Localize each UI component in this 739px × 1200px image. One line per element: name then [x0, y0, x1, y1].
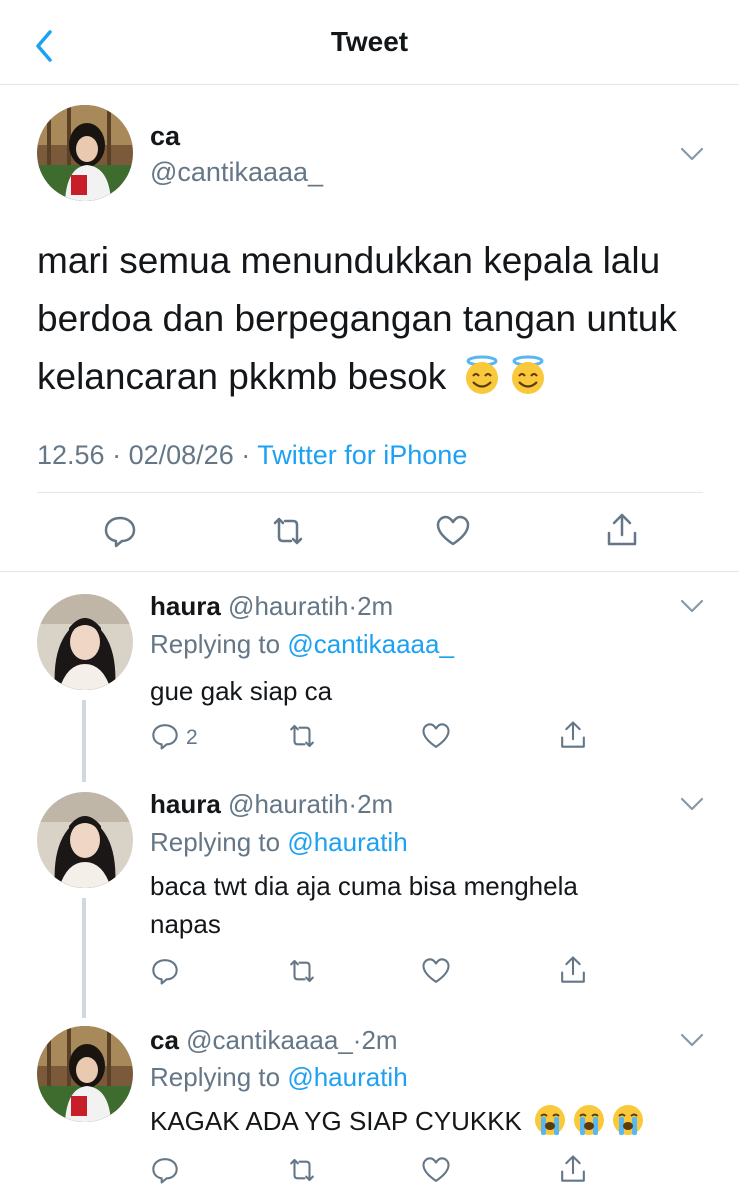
reply-icon[interactable] — [150, 1155, 180, 1185]
reply-author-handle[interactable]: @hauratih — [228, 591, 348, 621]
reply-time: 2m — [357, 789, 394, 819]
smiling-halo-emoji — [461, 354, 551, 412]
replying-to: Replying to @cantikaaaa_ — [150, 629, 454, 660]
reply-header: ca @cantikaaaa_·2m — [150, 1025, 398, 1056]
author-handle[interactable]: @cantikaaaa_ — [150, 157, 323, 188]
like-heart-icon[interactable] — [421, 956, 451, 986]
reply-text: gue gak siap ca — [150, 676, 333, 706]
replying-to-handle[interactable]: @hauratih — [287, 827, 407, 857]
reply-time: 2m — [357, 591, 394, 621]
divider — [0, 571, 739, 572]
loudly-crying-emoji — [533, 1102, 647, 1148]
reply-text: baca twt dia aja cuma bisa menghela napa… — [150, 871, 578, 939]
meta-separator: · — [241, 440, 251, 470]
tweet-options-chevron-icon[interactable] — [680, 147, 704, 161]
nav-bar: Tweet — [0, 0, 739, 85]
reply-dot: · — [348, 789, 358, 819]
reply-icon[interactable] — [102, 513, 138, 549]
avatar-haura[interactable] — [37, 792, 133, 888]
reply-dot: · — [348, 591, 358, 621]
meta-separator: · — [112, 440, 122, 470]
tweet-date: 02/08/26 — [128, 440, 234, 470]
avatar-ca[interactable] — [37, 1026, 133, 1122]
tweet-text: mari semua menundukkan kepala lalu berdo… — [37, 240, 677, 397]
replying-to-label: Replying to — [150, 1062, 281, 1092]
replying-to: Replying to @hauratih — [150, 1062, 408, 1093]
like-heart-icon[interactable] — [421, 721, 451, 751]
retweet-icon[interactable] — [286, 721, 318, 751]
reply-options-chevron-icon[interactable] — [680, 797, 704, 811]
replying-to-label: Replying to — [150, 827, 281, 857]
thread-connector — [82, 700, 86, 782]
reply-options-chevron-icon[interactable] — [680, 599, 704, 613]
replying-to-handle[interactable]: @cantikaaaa_ — [287, 629, 454, 659]
reply-icon[interactable] — [150, 956, 180, 986]
replying-to-handle[interactable]: @hauratih — [287, 1062, 407, 1092]
reply-icon[interactable] — [150, 721, 180, 751]
avatar-ca[interactable] — [37, 105, 133, 201]
share-icon[interactable] — [558, 719, 588, 751]
replying-to-label: Replying to — [150, 629, 281, 659]
retweet-icon[interactable] — [269, 513, 307, 549]
reply-time: 2m — [361, 1025, 398, 1055]
tweet-body: mari semua menundukkan kepala lalu berdo… — [37, 232, 707, 412]
tweet-meta: 12.56 · 02/08/26 · Twitter for iPhone — [37, 440, 467, 471]
reply-header: haura @hauratih·2m — [150, 591, 393, 622]
reply-body: KAGAK ADA YG SIAP CYUKKK — [150, 1102, 710, 1148]
reply-count: 2 — [186, 726, 198, 749]
share-icon[interactable] — [558, 954, 588, 986]
reply-text: KAGAK ADA YG SIAP CYUKKK — [150, 1106, 522, 1136]
author-name[interactable]: ca — [150, 121, 180, 152]
reply-author-name[interactable]: haura — [150, 591, 221, 621]
tweet-time: 12.56 — [37, 440, 105, 470]
tweet-source-link[interactable]: Twitter for iPhone — [257, 440, 467, 470]
reply-author-name[interactable]: haura — [150, 789, 221, 819]
divider — [37, 492, 703, 493]
retweet-icon[interactable] — [286, 956, 318, 986]
page-title: Tweet — [330, 26, 409, 57]
avatar-haura[interactable] — [37, 594, 133, 690]
reply-options-chevron-icon[interactable] — [680, 1033, 704, 1047]
retweet-icon[interactable] — [286, 1155, 318, 1185]
replying-to: Replying to @hauratih — [150, 827, 408, 858]
share-icon[interactable] — [604, 511, 640, 549]
reply-header: haura @hauratih·2m — [150, 789, 393, 820]
reply-author-handle[interactable]: @hauratih — [228, 789, 348, 819]
thread-connector — [82, 898, 86, 1018]
like-heart-icon[interactable] — [421, 1155, 451, 1185]
reply-author-handle[interactable]: @cantikaaaa_ — [186, 1025, 353, 1055]
share-icon[interactable] — [558, 1153, 588, 1185]
reply-author-name[interactable]: ca — [150, 1025, 179, 1055]
like-heart-icon[interactable] — [435, 513, 471, 549]
